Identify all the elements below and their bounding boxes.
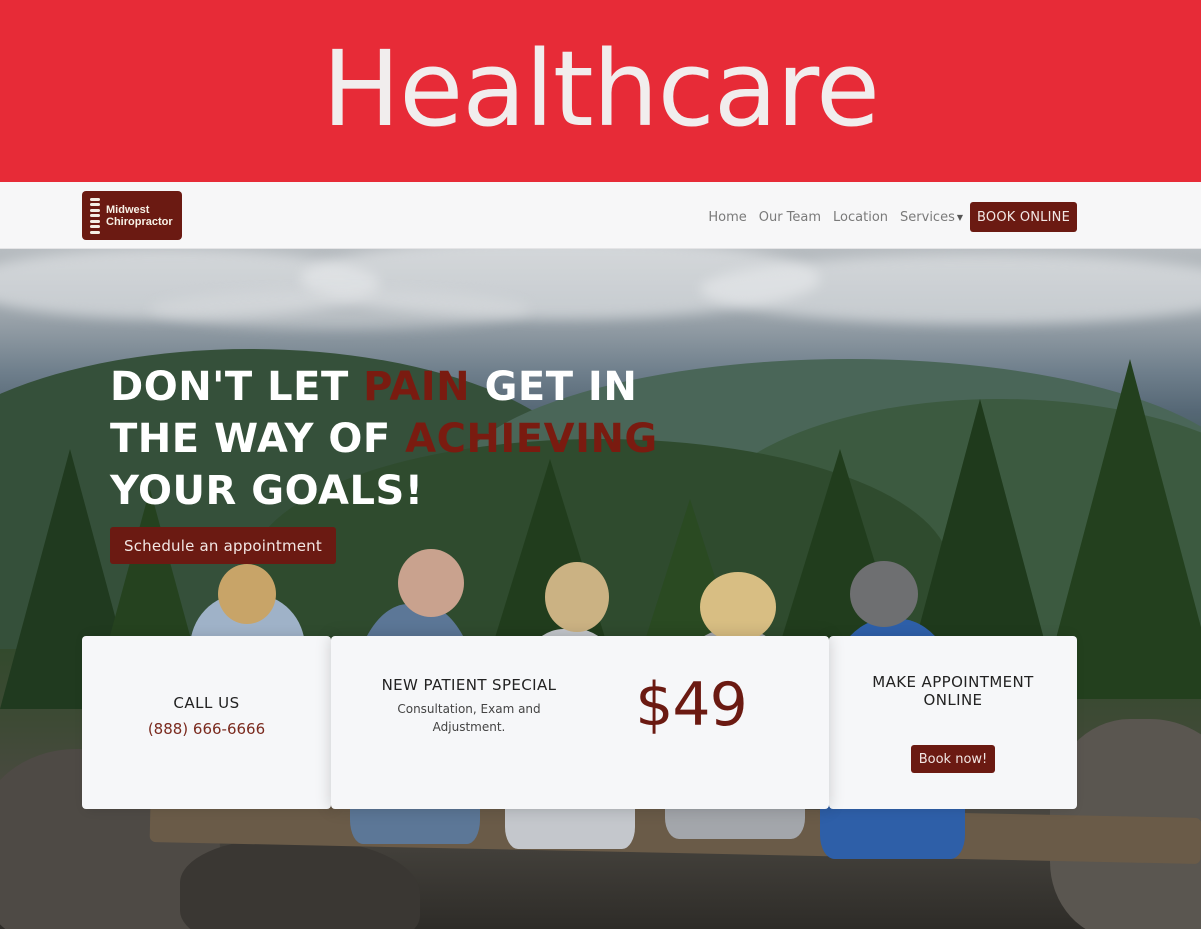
make-appointment-card: MAKE APPOINTMENT ONLINE Book now! [829,636,1077,809]
make-appointment-title: MAKE APPOINTMENT ONLINE [872,673,1034,709]
special-title: NEW PATIENT SPECIAL [381,676,557,694]
hero-section: Don't let pain get in the way of achievi… [0,249,1201,929]
caret-down-icon: ▼ [956,212,964,222]
nav-link-location[interactable]: Location [833,210,888,225]
hero-heading-part-1: Don't let [110,364,364,410]
category-banner: Healthcare [0,0,1201,182]
hero-heading-accent-1: pain [363,364,471,410]
book-online-button[interactable]: BOOK ONLINE [970,202,1077,232]
special-price: $49 [635,670,748,740]
hero-heading-accent-2: achieving [405,416,658,462]
site-navbar: Midwest Chiropractor Home Our Team Locat… [0,182,1201,249]
book-now-button[interactable]: Book now! [911,745,995,773]
new-patient-special-card: NEW PATIENT SPECIAL Consultation, Exam a… [331,636,829,809]
logo-line-1: Midwest [106,203,150,216]
hero-heading: Don't let pain get in the way of achievi… [110,361,730,517]
nav-link-home[interactable]: Home [708,210,746,225]
logo-text: Midwest Chiropractor [106,204,173,228]
site-logo[interactable]: Midwest Chiropractor [82,191,182,240]
nav-link-our-team[interactable]: Our Team [759,210,821,225]
hero-heading-part-3: your goals! [110,468,424,514]
schedule-appointment-button[interactable]: Schedule an appointment [110,527,336,564]
banner-title: Healthcare [322,28,880,150]
call-us-title: CALL US [173,694,240,712]
call-us-card: CALL US (888) 666-6666 [82,636,331,809]
logo-line-2: Chiropractor [106,215,173,228]
nav-link-services[interactable]: Services ▼ [900,210,963,225]
nav-links: Home Our Team Location Services ▼ BOOK ON… [696,202,1077,232]
spine-icon [88,197,102,234]
special-description: Consultation, Exam and Adjustment. [397,702,541,734]
nav-link-services-label: Services [900,209,955,225]
phone-link[interactable]: (888) 666-6666 [82,720,331,738]
